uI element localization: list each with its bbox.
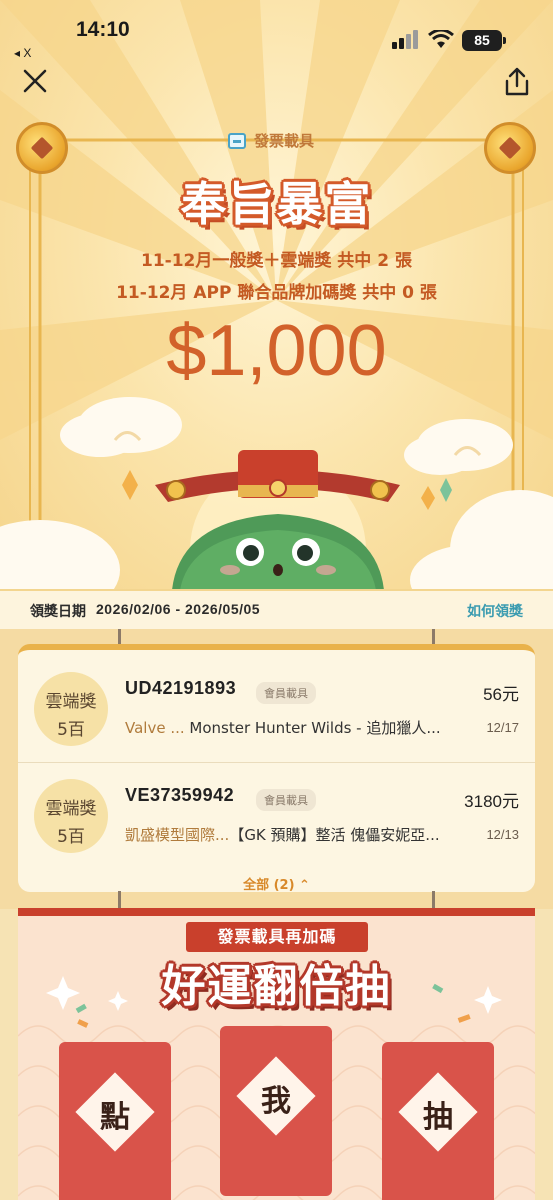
winning-invoice-row[interactable]: 雲端獎 5百 VE37359942 會員載具 3180元 凱盛模型國際...【G… [18, 762, 535, 868]
prize-value: 5百 [57, 720, 85, 740]
hero-title: 奉旨暴富 [180, 177, 373, 231]
prize-value: 5百 [57, 827, 85, 847]
mascot-illustration [155, 450, 400, 600]
cellular-signal-icon [392, 30, 418, 49]
prize-badge: 雲端獎 5百 [34, 779, 108, 853]
invoice-date: 12/13 [486, 827, 519, 842]
app-bonus-summary: 11-12月 APP 聯合品牌加碼獎 共中 0 張 [116, 283, 437, 303]
red-envelope-button[interactable]: 抽 [382, 1042, 494, 1200]
invoice-date: 12/17 [486, 720, 519, 735]
claim-date-range: 2026/02/06 - 2026/05/05 [96, 601, 261, 617]
invoice-amount: 3180元 [464, 792, 519, 811]
invoice-number: UD42191893 [125, 678, 237, 698]
back-to-app-link[interactable]: ◂ X [14, 46, 31, 60]
total-prize-amount: $1,000 [166, 311, 387, 391]
wifi-icon [428, 30, 454, 48]
purchase-description: Valve ... Monster Hunter Wilds - 追加獵人... [125, 717, 477, 738]
show-all-toggle[interactable]: 全部 (2) ⌃ [18, 874, 535, 892]
red-envelope-button[interactable]: 我 [220, 1026, 332, 1196]
invoice-carrier-tag: 發票載具 [228, 130, 314, 151]
claim-date-bar: 領獎日期 2026/02/06 - 2026/05/05 如何領獎 [0, 589, 553, 629]
merchant-name: Valve ... [125, 719, 185, 737]
carrier-card-icon [228, 132, 246, 149]
bonus-title: 好運翻倍抽 [161, 961, 392, 1012]
prize-type: 雲端獎 [45, 692, 97, 712]
status-bar: 14:10 ◂ X 85 [0, 0, 553, 60]
purchase-description: 凱盛模型國際...【GK 預購】整活 傀儡安妮亞... [125, 824, 477, 845]
envelope-label: 抽 [423, 1100, 453, 1135]
red-envelope-button[interactable]: 點 [59, 1042, 171, 1200]
envelope-label: 點 [100, 1100, 130, 1135]
envelope-label: 我 [261, 1084, 291, 1119]
claim-date-label: 領獎日期 [30, 604, 86, 620]
close-icon[interactable] [20, 66, 50, 96]
carrier-label: 發票載具 [254, 132, 315, 150]
member-carrier-tag: 會員載具 [256, 682, 316, 704]
prize-type: 雲端獎 [45, 799, 97, 819]
winning-invoice-row[interactable]: 雲端獎 5百 UD42191893 會員載具 56元 Valve ... Mon… [18, 656, 535, 762]
merchant-name: 凱盛模型國際... [125, 826, 230, 844]
item-name: 【GK 預購】整活 傀儡安妮亞... [229, 826, 440, 844]
battery-indicator: 85 [462, 30, 502, 51]
winning-invoices-card: 雲端獎 5百 UD42191893 會員載具 56元 Valve ... Mon… [18, 644, 535, 892]
prize-badge: 雲端獎 5百 [34, 672, 108, 746]
item-name: Monster Hunter Wilds - 追加獵人... [184, 719, 441, 737]
general-prize-summary: 11-12月一般獎＋雲端獎 共中 2 張 [141, 251, 412, 271]
bonus-ribbon-label: 發票載具再加碼 [186, 922, 368, 952]
gold-coin-icon [484, 122, 536, 174]
invoice-number: VE37359942 [125, 785, 235, 805]
member-carrier-tag: 會員載具 [256, 789, 316, 811]
status-time: 14:10 [76, 18, 130, 41]
share-icon[interactable] [502, 66, 532, 98]
invoice-amount: 56元 [483, 685, 519, 704]
battery-tip [503, 37, 506, 44]
gold-coin-icon [16, 122, 68, 174]
how-to-claim-link[interactable]: 如何領獎 [467, 601, 523, 621]
